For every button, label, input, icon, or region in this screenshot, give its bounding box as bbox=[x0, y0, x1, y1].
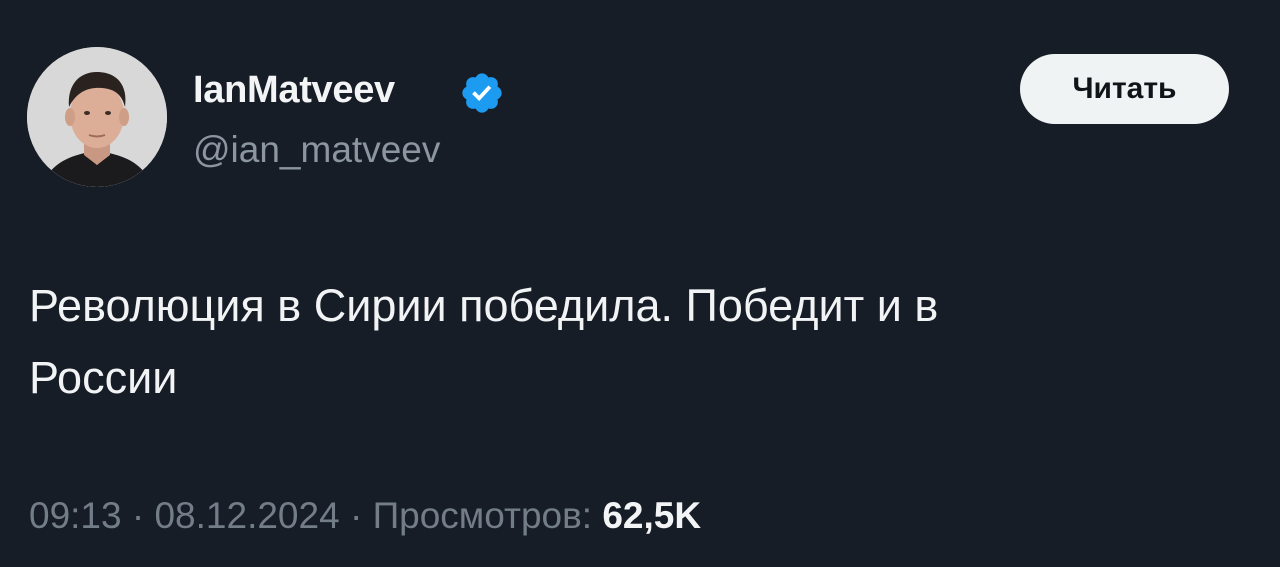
meta-separator: · bbox=[339, 495, 373, 536]
meta-separator: · bbox=[121, 495, 155, 536]
verified-badge-icon bbox=[462, 73, 502, 113]
views-label: Просмотров: bbox=[372, 495, 593, 536]
tweet-text: Революция в Сирии победила. Победит и в … bbox=[29, 280, 939, 403]
follow-button[interactable]: Читать bbox=[1020, 54, 1229, 124]
views-count: 62,5K bbox=[602, 495, 702, 536]
avatar[interactable] bbox=[27, 47, 167, 187]
tweet-date[interactable]: 08.12.2024 bbox=[154, 495, 339, 536]
author-handle[interactable]: @ian_matveev bbox=[193, 130, 440, 170]
tweet-meta: 09:13 · 08.12.2024 · Просмотров: 62,5K bbox=[29, 494, 701, 538]
tweet-time[interactable]: 09:13 bbox=[29, 495, 122, 536]
author-display-name[interactable]: IanMatveev bbox=[193, 70, 395, 110]
